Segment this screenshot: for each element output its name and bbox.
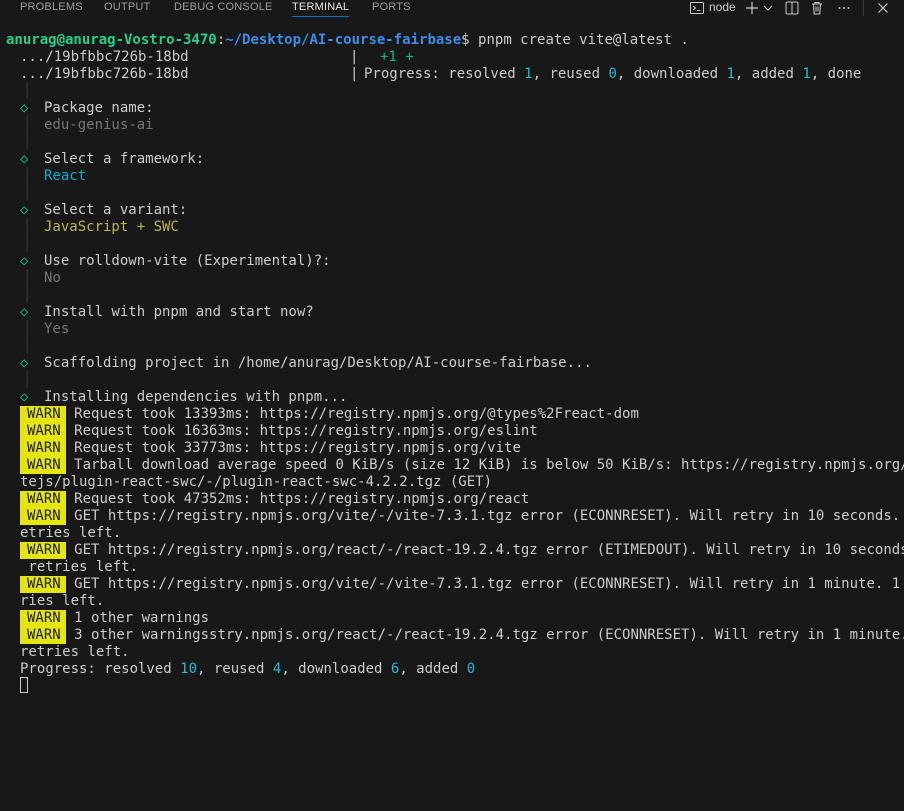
diamond-icon: ◇: [20, 202, 29, 218]
prompt-connector: │: [23, 338, 32, 354]
warning-continuation: retries left.: [20, 559, 139, 575]
tab-terminal[interactable]: TERMINAL: [292, 0, 350, 24]
progress-summary: Progress: resolved 1, reused 0, download…: [364, 66, 862, 82]
prompt-question: ◇ Use rolldown-vite (Experimental)?:: [20, 253, 331, 269]
prompt-symbol: $: [461, 32, 470, 48]
warning-line: WARN 1 other warnings: [20, 610, 895, 627]
terminal-icon[interactable]: [689, 0, 705, 16]
package-path: .../19bfbbc726b-18bd: [20, 66, 189, 82]
warning-line: WARN Request took 47352ms: https://regis…: [20, 491, 895, 508]
progress-summary-final: Progress: resolved 10, reused 4, downloa…: [20, 661, 476, 677]
warn-badge: WARN: [20, 627, 66, 644]
added-count: +1 +: [380, 49, 414, 65]
warn-badge: WARN: [20, 491, 66, 508]
terminal-cursor: [20, 677, 28, 693]
warn-badge: WARN: [20, 406, 66, 423]
warn-badge: WARN: [20, 576, 66, 593]
prompt-line: anurag@anurag-Vostro-3470:~/Desktop/AI-c…: [6, 32, 881, 49]
prompt-question: ◇ Select a variant:: [20, 202, 188, 218]
diamond-icon: ◇: [20, 253, 29, 269]
terminal-name-label[interactable]: node: [709, 0, 736, 15]
prompt-connector: │: [23, 134, 32, 150]
warning-line: WARN Request took 33773ms: https://regis…: [20, 440, 895, 457]
prompt-connector: │: [23, 287, 32, 303]
prompt-path: ~/Desktop/AI-course-fairbase: [225, 32, 462, 48]
tab-output[interactable]: OUTPUT: [104, 0, 150, 24]
warn-badge: WARN: [20, 423, 66, 440]
command-text: pnpm create vite@latest .: [469, 32, 689, 48]
split-icon[interactable]: [784, 0, 800, 16]
warn-badge: WARN: [20, 542, 66, 559]
warning-line: WARN GET https://registry.npmjs.org/vite…: [20, 576, 900, 593]
package-path: .../19bfbbc726b-18bd: [20, 49, 189, 65]
add-icon[interactable]: [744, 0, 760, 16]
diamond-icon: ◇: [20, 100, 29, 116]
panel-tab-bar: PROBLEMS OUTPUT DEBUG CONSOLE TERMINAL P…: [0, 0, 904, 24]
warn-badge: WARN: [20, 508, 66, 525]
chevron-down-icon[interactable]: [762, 0, 778, 16]
prompt-connector: │: [23, 185, 32, 201]
diamond-icon: ◇: [20, 304, 29, 320]
warn-badge: WARN: [20, 610, 66, 627]
more-icon[interactable]: [836, 0, 852, 16]
trash-icon[interactable]: [809, 0, 825, 16]
prompt-answer: │ edu-genius-ai: [23, 117, 154, 133]
prompt-answer: │ JavaScript + SWC: [23, 219, 179, 235]
warning-line: WARN GET https://registry.npmjs.org/reac…: [20, 542, 904, 559]
warning-line: WARN GET https://registry.npmjs.org/vite…: [20, 508, 900, 525]
progress-line: .../19bfbbc726b-18bd | +1 +: [20, 49, 895, 66]
tab-problems[interactable]: PROBLEMS: [20, 0, 83, 24]
warning-continuation: ries left.: [20, 593, 105, 609]
diamond-icon: ◇: [20, 355, 29, 371]
installing-line: ◇ Installing dependencies with pnpm...: [20, 389, 348, 405]
prompt-separator: :: [216, 32, 226, 48]
progress-line: .../19bfbbc726b-18bd | Progress: resolved …: [20, 66, 895, 83]
diamond-icon: ◇: [20, 151, 29, 167]
warn-badge: WARN: [20, 440, 66, 457]
scaffolding-line: ◇ Scaffolding project in /home/anurag/Des…: [20, 355, 592, 371]
progress-pipe: |: [350, 49, 359, 65]
terminal-output[interactable]: anurag@anurag-Vostro-3470:~/Desktop/AI-c…: [0, 32, 904, 811]
warning-line: WARN Request took 16363ms: https://regis…: [20, 423, 895, 440]
tab-debug-console[interactable]: DEBUG CONSOLE: [174, 0, 273, 24]
prompt-user: anurag@anurag-Vostro-3470: [6, 32, 217, 48]
prompt-question: ◇ Select a framework:: [20, 151, 205, 167]
toolbar-divider: [863, 0, 864, 16]
prompt-connector: │: [23, 372, 32, 388]
prompt-connector: │: [23, 83, 32, 99]
prompt-answer: │ No: [23, 270, 61, 286]
prompt-answer: │ React: [23, 168, 87, 184]
warning-line: WARN 3 other warningsstry.npmjs.org/reac…: [20, 627, 904, 644]
warning-continuation: tejs/plugin-react-swc/-/plugin-react-swc…: [20, 474, 493, 490]
progress-pipe: |: [350, 66, 359, 82]
diamond-icon: ◇: [20, 389, 29, 405]
warning-line: WARN Tarball download average speed 0 Ki…: [20, 457, 904, 474]
prompt-question: ◇ Install with pnpm and start now?: [20, 304, 314, 320]
warning-line: WARN Request took 13393ms: https://regis…: [20, 406, 895, 423]
prompt-question: ◇ Package name:: [20, 100, 154, 116]
warn-badge: WARN: [20, 457, 66, 474]
prompt-connector: │: [23, 236, 32, 252]
warning-continuation: retries left.: [20, 644, 130, 660]
close-icon[interactable]: [875, 0, 891, 16]
tab-ports[interactable]: PORTS: [372, 0, 411, 24]
warning-continuation: etries left.: [20, 525, 122, 541]
prompt-answer: │ Yes: [23, 321, 70, 337]
